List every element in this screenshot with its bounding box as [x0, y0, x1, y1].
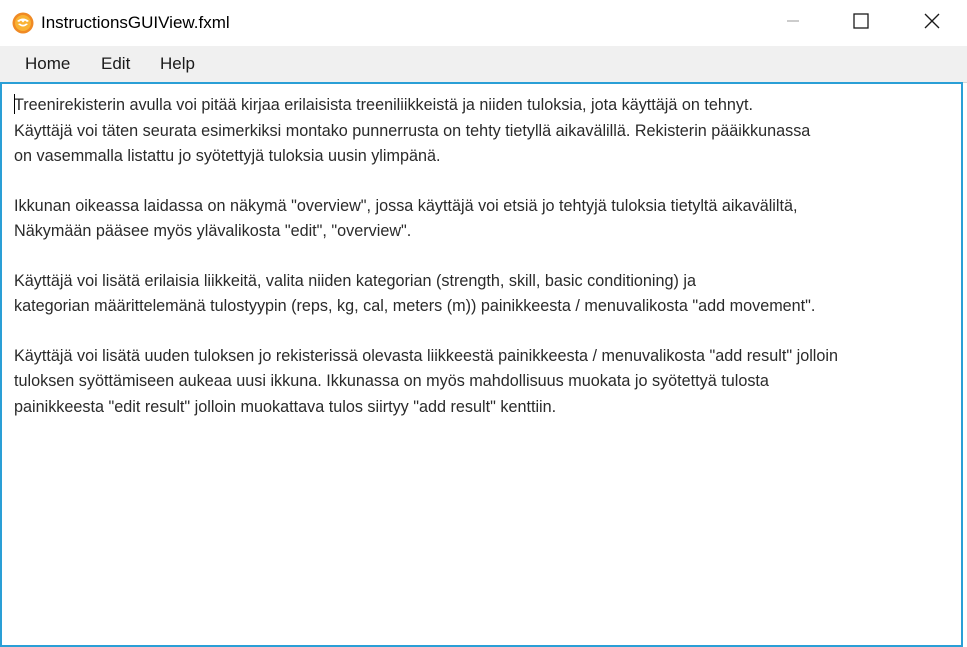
- menu-help[interactable]: Help: [148, 46, 207, 82]
- instructions-paragraph: Käyttäjä voi lisätä uuden tuloksen jo re…: [14, 346, 838, 416]
- menu-edit[interactable]: Edit: [89, 46, 142, 82]
- close-button[interactable]: [897, 0, 967, 46]
- maximize-icon: [853, 12, 869, 34]
- instructions-paragraph: Treenirekisterin avulla voi pitää kirjaa…: [14, 96, 811, 165]
- instructions-text-area[interactable]: Treenirekisterin avulla voi pitää kirjaa…: [0, 82, 963, 647]
- window-title: InstructionsGUIView.fxml: [41, 13, 230, 32]
- instructions-paragraph: Käyttäjä voi lisätä erilaisia liikkeitä,…: [14, 271, 816, 316]
- maximize-button[interactable]: [826, 0, 896, 46]
- text-caret: [14, 94, 15, 114]
- title-bar: InstructionsGUIView.fxml: [0, 0, 967, 46]
- minimize-button[interactable]: [758, 0, 828, 46]
- minimize-icon: [786, 14, 800, 33]
- menu-bar: Home Edit Help: [0, 46, 967, 83]
- app-icon: [12, 12, 34, 34]
- instructions-paragraph: Ikkunan oikeassa laidassa on näkymä "ove…: [14, 196, 798, 241]
- close-icon: [924, 13, 940, 34]
- menu-home[interactable]: Home: [13, 46, 82, 82]
